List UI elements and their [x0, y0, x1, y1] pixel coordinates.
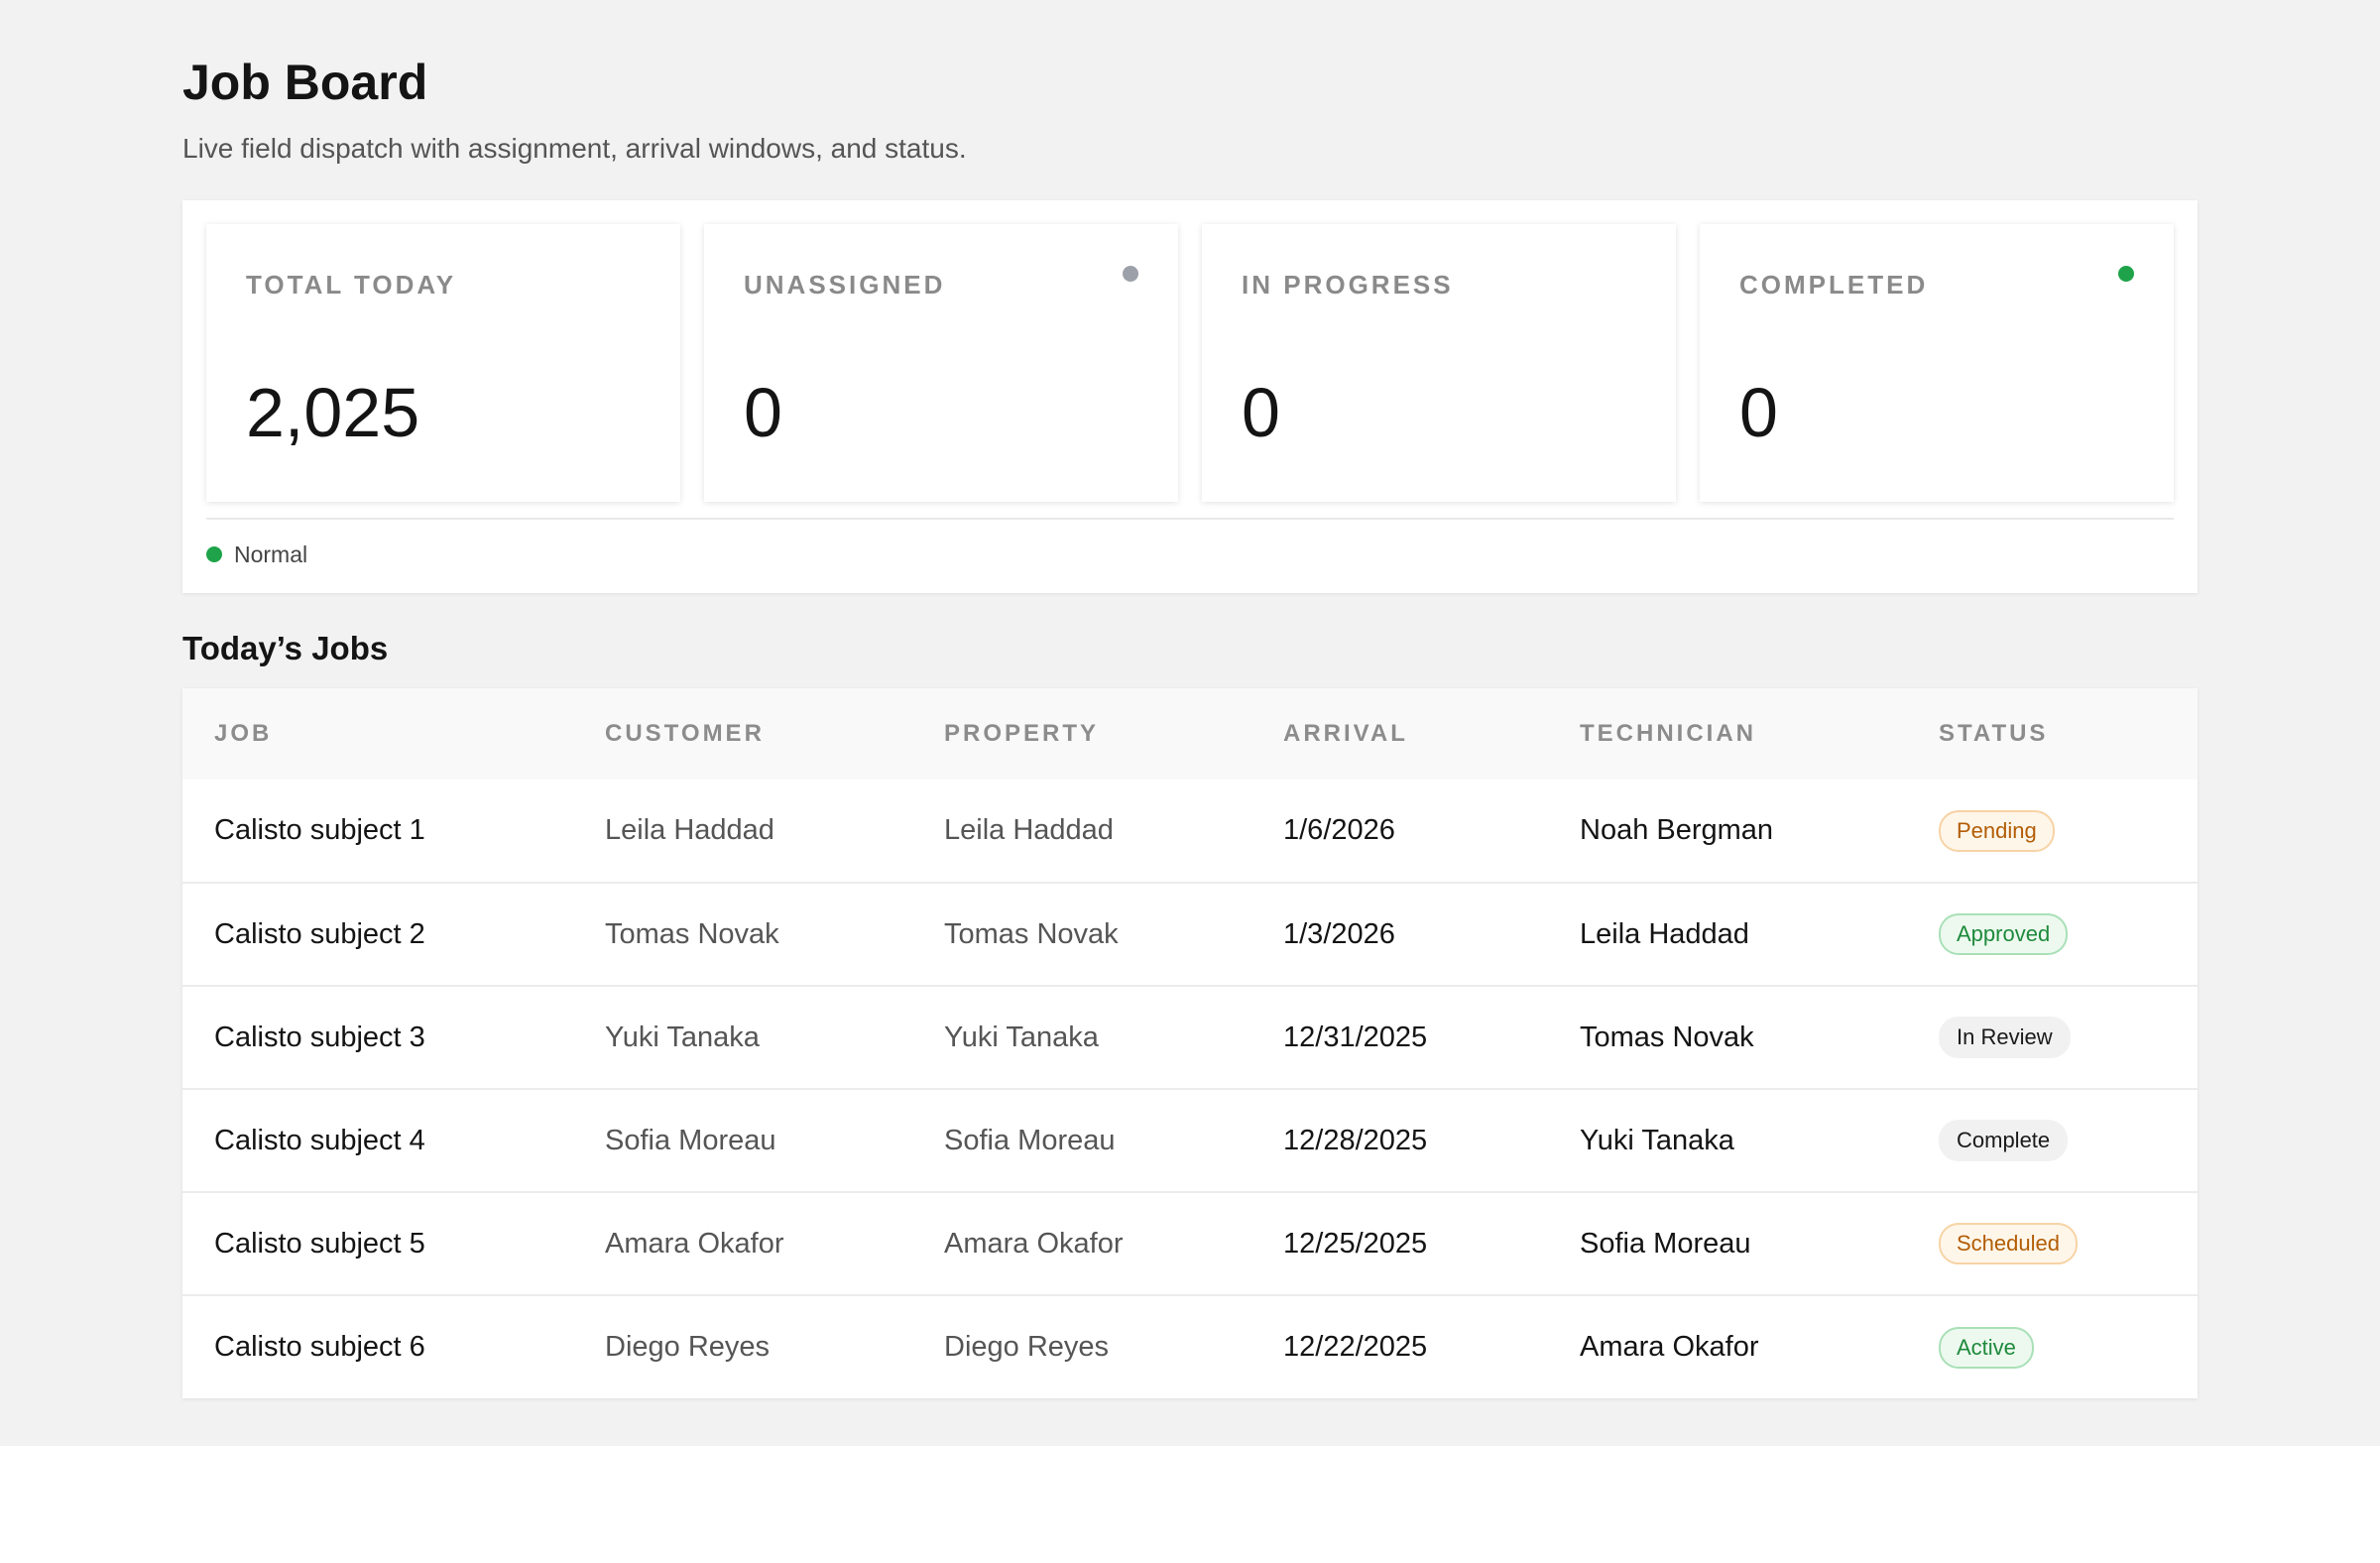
property-cell: Yuki Tanaka: [944, 1021, 1099, 1053]
panel-divider: [206, 518, 2174, 520]
customer-cell: Diego Reyes: [605, 1331, 771, 1363]
health-indicator: Normal: [206, 538, 307, 571]
status-cell: In Review: [1939, 986, 2198, 1089]
status-dot-icon: [1123, 266, 1138, 282]
arrival-cell: 12/25/2025: [1283, 1227, 1428, 1260]
status-badge: Active: [1939, 1326, 2034, 1369]
stat-card-unassigned: UNASSIGNED 0: [704, 224, 1178, 502]
property-cell: Sofia Moreau: [944, 1124, 1116, 1156]
status-badge: In Review: [1939, 1017, 2071, 1058]
table-row[interactable]: Calisto subject 4 Sofia Moreau Sofia Mor…: [182, 1089, 2198, 1192]
stat-label: COMPLETED: [1739, 270, 1929, 300]
arrival-cell: 1/3/2026: [1283, 917, 1395, 950]
arrival-cell: 12/28/2025: [1283, 1124, 1428, 1156]
status-badge: Scheduled: [1939, 1223, 2078, 1264]
technician-cell: Leila Haddad: [1580, 917, 1749, 950]
technician-cell: Noah Bergman: [1580, 814, 1774, 846]
section-title-todays-jobs: Today’s Jobs: [182, 630, 389, 666]
status-badge: Complete: [1939, 1120, 2069, 1161]
page-subtitle: Live field dispatch with assignment, arr…: [182, 133, 967, 164]
status-cell: Active: [1939, 1295, 2198, 1398]
customer-cell: Yuki Tanaka: [605, 1021, 760, 1053]
table-header-row: JOB CUSTOMER PROPERTY ARRIVAL TECHNICIAN…: [182, 688, 2198, 780]
customer-cell: Tomas Novak: [605, 917, 779, 950]
property-cell: Diego Reyes: [944, 1331, 1110, 1363]
table-row[interactable]: Calisto subject 5 Amara Okafor Amara Oka…: [182, 1192, 2198, 1295]
column-header-status[interactable]: STATUS: [1939, 688, 2198, 780]
column-header-technician[interactable]: TECHNICIAN: [1580, 688, 1939, 780]
stat-value: 0: [1242, 374, 1280, 451]
job-cell: Calisto subject 4: [214, 1124, 425, 1156]
job-cell: Calisto subject 3: [214, 1021, 425, 1053]
stat-value: 0: [1739, 374, 1778, 451]
stat-label: TOTAL TODAY: [246, 270, 457, 300]
stat-label: UNASSIGNED: [744, 270, 946, 300]
technician-cell: Amara Okafor: [1580, 1331, 1759, 1363]
status-badge: Pending: [1939, 809, 2055, 852]
arrival-cell: 1/6/2026: [1283, 814, 1395, 846]
column-header-customer[interactable]: CUSTOMER: [605, 688, 944, 780]
page-title: Job Board: [182, 55, 428, 110]
technician-cell: Sofia Moreau: [1580, 1227, 1751, 1260]
status-cell: Complete: [1939, 1089, 2198, 1192]
table-row[interactable]: Calisto subject 2 Tomas Novak Tomas Nova…: [182, 883, 2198, 986]
property-cell: Leila Haddad: [944, 814, 1114, 846]
job-cell: Calisto subject 2: [214, 917, 425, 950]
health-label: Normal: [234, 541, 308, 567]
stat-card-completed: COMPLETED 0: [1700, 224, 2174, 502]
job-cell: Calisto subject 1: [214, 814, 425, 846]
health-dot-icon: [206, 546, 222, 562]
technician-cell: Yuki Tanaka: [1580, 1124, 1734, 1156]
table-row[interactable]: Calisto subject 1 Leila Haddad Leila Had…: [182, 780, 2198, 883]
column-header-property[interactable]: PROPERTY: [944, 688, 1283, 780]
job-cell: Calisto subject 6: [214, 1331, 425, 1363]
arrival-cell: 12/31/2025: [1283, 1021, 1428, 1053]
stat-value: 0: [744, 374, 782, 451]
page-background: Job Board Live field dispatch with assig…: [0, 0, 2380, 1446]
stat-card-in-progress: IN PROGRESS 0: [1202, 224, 1676, 502]
property-cell: Amara Okafor: [944, 1227, 1124, 1260]
customer-cell: Amara Okafor: [605, 1227, 784, 1260]
stat-value: 2,025: [246, 374, 420, 451]
jobs-table: JOB CUSTOMER PROPERTY ARRIVAL TECHNICIAN…: [182, 688, 2198, 1398]
status-cell: Approved: [1939, 883, 2198, 986]
job-cell: Calisto subject 5: [214, 1227, 425, 1260]
column-header-arrival[interactable]: ARRIVAL: [1283, 688, 1580, 780]
customer-cell: Sofia Moreau: [605, 1124, 776, 1156]
stat-label: IN PROGRESS: [1242, 270, 1454, 300]
customer-cell: Leila Haddad: [605, 814, 774, 846]
table-row[interactable]: Calisto subject 6 Diego Reyes Diego Reye…: [182, 1295, 2198, 1398]
table-row[interactable]: Calisto subject 3 Yuki Tanaka Yuki Tanak…: [182, 986, 2198, 1089]
property-cell: Tomas Novak: [944, 917, 1119, 950]
status-cell: Pending: [1939, 780, 2198, 883]
column-header-job[interactable]: JOB: [182, 688, 605, 780]
status-cell: Scheduled: [1939, 1192, 2198, 1295]
stat-card-total-today: TOTAL TODAY 2,025: [206, 224, 680, 502]
jobs-table-card: JOB CUSTOMER PROPERTY ARRIVAL TECHNICIAN…: [182, 688, 2198, 1398]
status-dot-icon: [2118, 266, 2134, 282]
arrival-cell: 12/22/2025: [1283, 1331, 1428, 1363]
status-badge: Approved: [1939, 913, 2069, 955]
summary-panel: TOTAL TODAY 2,025 UNASSIGNED 0 IN PROGRE…: [182, 200, 2198, 593]
technician-cell: Tomas Novak: [1580, 1021, 1754, 1053]
